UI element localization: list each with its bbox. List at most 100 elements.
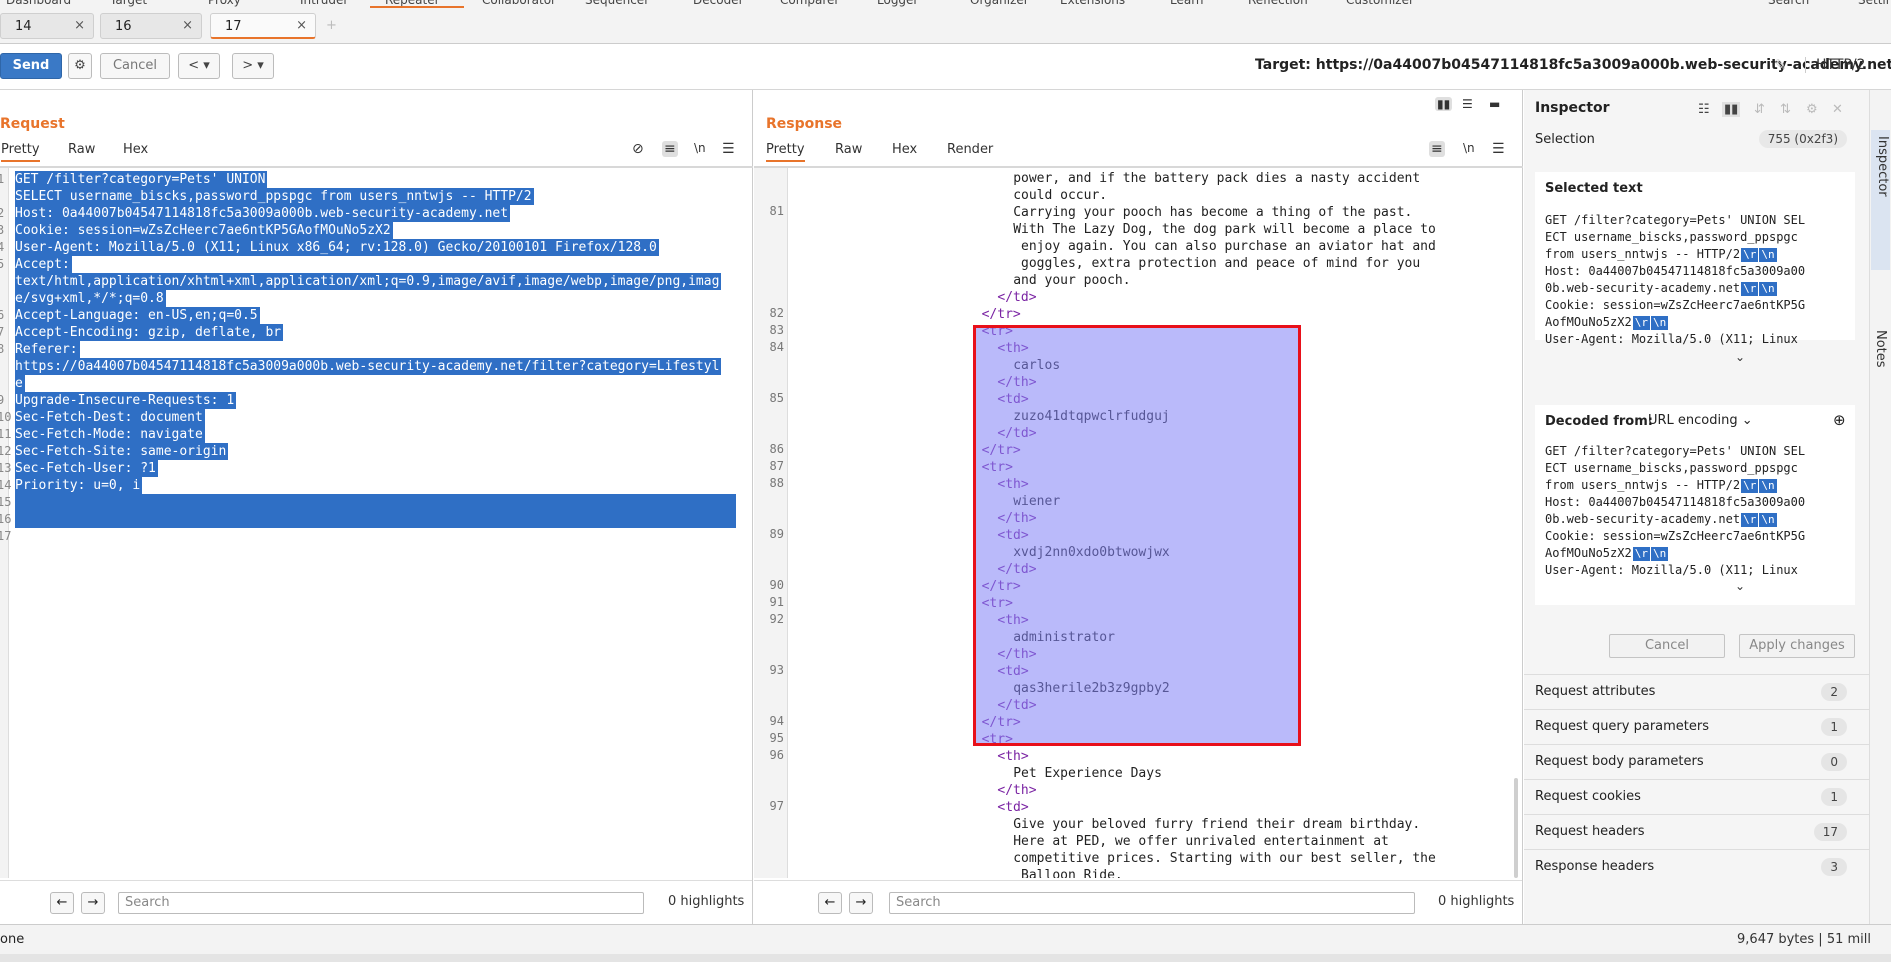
top-search[interactable]: Search — [1768, 0, 1809, 7]
single-layout-icon[interactable]: ▬ — [1489, 97, 1500, 111]
expand-icon[interactable]: ⇵ — [1754, 102, 1765, 117]
inspector-text: ECT username_biscks,password_ppspgc — [1545, 230, 1798, 244]
repeater-tab-14[interactable]: 14 × — [0, 13, 94, 39]
chevron-down-icon[interactable]: ⌄ — [1735, 350, 1745, 364]
decoding-select[interactable]: URL encoding ⌄ — [1648, 413, 1753, 428]
split-view-icon[interactable]: ▮▮ — [1722, 102, 1741, 117]
next-arrow-icon[interactable]: → — [81, 892, 105, 914]
main-tab-target[interactable]: Target — [110, 0, 147, 7]
main-tab-comparer[interactable]: Comparer — [780, 0, 839, 7]
prev-arrow-icon[interactable]: ← — [50, 892, 74, 914]
tab-raw[interactable]: Raw — [835, 142, 862, 157]
side-tab-inspector[interactable]: Inspector — [1871, 130, 1890, 270]
history-back-button[interactable]: < ▾ — [178, 53, 220, 79]
inspector-section[interactable]: Request cookies 1 — [1524, 779, 1869, 814]
response-title: Response — [766, 116, 843, 132]
chevron-down-icon[interactable]: ⌄ — [1735, 579, 1745, 593]
tab-label: 16 — [115, 19, 132, 34]
escape-badge: \r — [1632, 316, 1650, 330]
inspector-cancel-button[interactable]: Cancel — [1609, 634, 1725, 658]
close-icon[interactable]: × — [74, 18, 85, 33]
request-search-input[interactable]: Search — [118, 892, 644, 914]
inspector-text: AofMOuNo5zX2 — [1545, 546, 1632, 560]
section-label: Request query parameters — [1535, 719, 1710, 734]
top-settings[interactable]: Settings — [1858, 0, 1891, 7]
tab-raw[interactable]: Raw — [68, 142, 95, 157]
settings-icon[interactable]: ⚙ — [1806, 102, 1818, 117]
main-tab-learn[interactable]: Learn — [1170, 0, 1204, 7]
response-text: enjoy again. You can also purchase an av… — [1013, 239, 1436, 254]
split-layout-icon[interactable]: ▮▮ — [1435, 97, 1453, 111]
escape-badge: \n — [1650, 316, 1669, 330]
request-line-text: Accept: — [15, 256, 72, 273]
collapse-icon[interactable]: ⇅ — [1780, 102, 1791, 117]
hide-icon[interactable]: ⊘ — [632, 141, 644, 157]
decoded-text-body[interactable]: GET /filter?category=Pets' UNION SEL ECT … — [1545, 443, 1850, 579]
inspector-section[interactable]: Request headers 17 — [1524, 814, 1869, 849]
newline-toggle-icon[interactable]: \n — [694, 141, 706, 155]
menu-icon[interactable]: ☰ — [1492, 141, 1505, 157]
inspector-text: from users_nntwjs -- HTTP/2 — [1545, 247, 1741, 261]
inspector-text-line: User-Agent: Mozilla/5.0 (X11; Linux — [1545, 562, 1850, 579]
main-tab-customizer[interactable]: Customizer — [1346, 0, 1414, 7]
main-tab-intruder[interactable]: Intruder — [300, 0, 348, 7]
tab-pretty[interactable]: Pretty — [766, 142, 805, 162]
side-tab-notes[interactable]: Notes — [1873, 330, 1888, 368]
main-tab-proxy[interactable]: Proxy — [208, 0, 241, 7]
tab-render[interactable]: Render — [947, 142, 993, 157]
stacked-layout-icon[interactable]: ☰ — [1462, 97, 1473, 111]
menu-icon[interactable]: ☰ — [722, 141, 735, 157]
send-button[interactable]: Send — [0, 53, 62, 79]
line-number: 10 — [0, 410, 12, 424]
inspector-section[interactable]: Request attributes 2 — [1524, 674, 1869, 709]
main-tab-extensions[interactable]: Extensions — [1060, 0, 1125, 7]
newline-toggle-icon[interactable]: \n — [1463, 141, 1475, 155]
edit-target-icon[interactable]: ✎ — [1774, 56, 1787, 74]
wrap-lines-icon[interactable]: ≡ — [1429, 141, 1445, 157]
http-version-selector[interactable]: HTTP/2 — [1805, 57, 1865, 73]
inspector-text-line: Cookie: session=wZsZcHeerc7ae6ntKP5G — [1545, 528, 1850, 545]
highlighted-region — [973, 325, 1301, 746]
decoded-card: Decoded from: URL encoding ⌄ ⊕ GET /filt… — [1535, 405, 1855, 605]
new-tab-button[interactable]: + — [322, 13, 346, 39]
add-decoding-icon[interactable]: ⊕ — [1833, 411, 1846, 429]
response-search-input[interactable]: Search — [889, 892, 1415, 914]
next-arrow-icon[interactable]: → — [849, 892, 873, 914]
inspector-section[interactable]: Response headers 3 — [1524, 849, 1869, 884]
section-count: 1 — [1821, 788, 1847, 806]
inspector-section[interactable]: Request body parameters 0 — [1524, 744, 1869, 779]
inspector-text-line: Host: 0a44007b04547114818fc5a3009a00 — [1545, 494, 1850, 511]
target-url[interactable]: Target: https://0a44007b04547114818fc5a3… — [1255, 57, 1891, 73]
inspector-text: User-Agent: Mozilla/5.0 (X11; Linux — [1545, 332, 1798, 346]
main-tab-organizer[interactable]: Organizer — [970, 0, 1029, 7]
history-forward-button[interactable]: > ▾ — [232, 53, 274, 79]
main-tab-collaborator[interactable]: Collaborator — [482, 0, 556, 7]
inspector-text: ECT username_biscks,password_ppspgc — [1545, 461, 1798, 475]
list-view-icon[interactable]: ☷ — [1698, 102, 1710, 117]
request-editor[interactable]: 1 GET /filter?category=Pets' UNION SELECT… — [0, 168, 753, 878]
main-tab-reflection[interactable]: Reflection — [1248, 0, 1308, 7]
close-icon[interactable]: ✕ — [1832, 102, 1843, 117]
tab-pretty[interactable]: Pretty — [1, 142, 40, 162]
main-tab-decoder[interactable]: Decoder — [693, 0, 744, 7]
main-tab-sequencer[interactable]: Sequencer — [585, 0, 649, 7]
repeater-tab-17[interactable]: 17 × — [210, 13, 316, 39]
inspector-section[interactable]: Request query parameters 1 — [1524, 709, 1869, 744]
apply-changes-button[interactable]: Apply changes — [1739, 634, 1855, 658]
tab-hex[interactable]: Hex — [892, 142, 917, 157]
request-line-text: SELECT username_biscks,password_ppspgc f… — [15, 188, 534, 205]
request-line-text: GET /filter?category=Pets' UNION — [15, 171, 268, 188]
gear-icon[interactable]: ⚙ — [68, 53, 92, 79]
close-icon[interactable]: × — [182, 18, 193, 33]
request-line-text: Referer: — [15, 341, 80, 358]
repeater-tab-16[interactable]: 16 × — [100, 13, 202, 39]
wrap-lines-icon[interactable]: ≡ — [662, 141, 678, 157]
scrollbar[interactable] — [1514, 778, 1518, 878]
selected-text-body[interactable]: GET /filter?category=Pets' UNION SEL ECT … — [1545, 212, 1850, 348]
main-tab-logger[interactable]: Logger — [877, 0, 918, 7]
close-icon[interactable]: × — [296, 18, 307, 33]
prev-arrow-icon[interactable]: ← — [818, 892, 842, 914]
main-tab-dashboard[interactable]: Dashboard — [6, 0, 71, 7]
cancel-button[interactable]: Cancel — [100, 53, 170, 79]
tab-hex[interactable]: Hex — [123, 142, 148, 157]
